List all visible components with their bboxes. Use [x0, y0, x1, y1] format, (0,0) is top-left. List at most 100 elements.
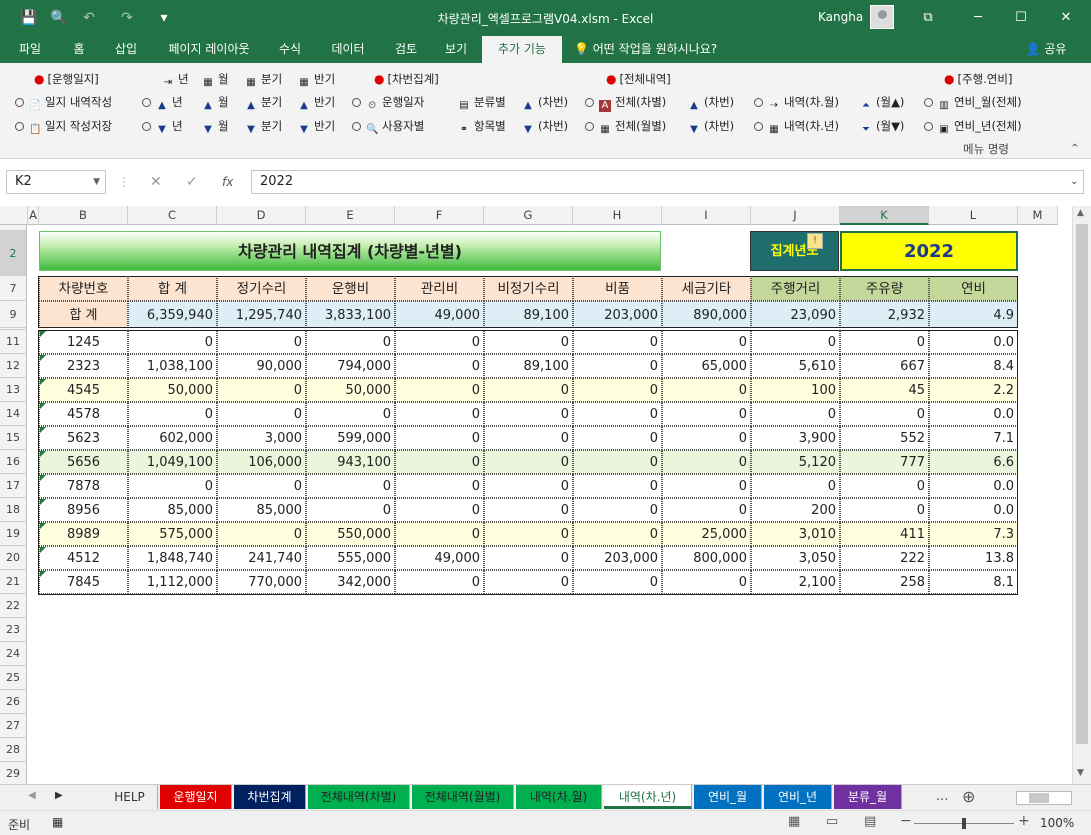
table-cell[interactable]: 0 [395, 378, 484, 402]
column-header[interactable]: B [39, 206, 128, 225]
ribbon-display-icon[interactable]: ⧉ [918, 8, 938, 28]
table-cell[interactable]: 0 [662, 570, 751, 594]
scroll-thumb[interactable] [1029, 793, 1049, 803]
row-header[interactable]: 14 [0, 402, 27, 426]
zoom-in-icon[interactable]: + [1018, 813, 1030, 829]
table-cell[interactable]: 90,000 [217, 354, 306, 378]
table-cell[interactable]: 0 [484, 570, 573, 594]
table-cell[interactable]: 0 [306, 330, 395, 354]
tab-insert[interactable]: 삽입 [104, 36, 148, 63]
btn-all-carnum-up[interactable]: ▲ (차번) [688, 94, 734, 112]
total-cell[interactable]: 203,000 [573, 301, 662, 328]
table-cell[interactable]: 0.0 [929, 474, 1018, 498]
vertical-scrollbar[interactable]: ▲ ▼ [1072, 206, 1091, 784]
btn-quarter-head[interactable]: ▦ 분기 [245, 71, 282, 89]
table-cell[interactable]: 794,000 [306, 354, 395, 378]
table-cell[interactable]: 0 [840, 474, 929, 498]
chevron-down-icon[interactable]: ▼ [93, 171, 100, 193]
car-number-cell[interactable]: 4545 [39, 378, 128, 402]
table-cell[interactable]: 0 [217, 330, 306, 354]
btn-carnum-up[interactable]: ▲ (차번) [522, 94, 568, 112]
table-cell[interactable]: 0 [662, 330, 751, 354]
table-cell[interactable]: 411 [840, 522, 929, 546]
table-cell[interactable]: 0 [484, 522, 573, 546]
expand-formula-icon[interactable]: ⌄ [1070, 176, 1078, 187]
table-cell[interactable]: 0.0 [929, 330, 1018, 354]
minimize-icon[interactable]: ─ [968, 8, 988, 28]
car-number-cell[interactable]: 8989 [39, 522, 128, 546]
row-header[interactable]: 29 [0, 762, 27, 784]
table-cell[interactable]: 50,000 [128, 378, 217, 402]
btn-quarter-up[interactable]: ▲ 분기 [245, 94, 282, 112]
table-cell[interactable]: 0 [128, 474, 217, 498]
zoom-level[interactable]: 100% [1040, 816, 1074, 830]
row-header[interactable]: 2 [0, 231, 27, 276]
table-cell[interactable]: 0 [573, 354, 662, 378]
table-cell[interactable]: 200 [751, 498, 840, 522]
row-header[interactable]: 15 [0, 426, 27, 450]
column-header[interactable]: H [573, 206, 662, 225]
table-cell[interactable]: 100 [751, 378, 840, 402]
collapse-ribbon-icon[interactable]: ⌃ [1070, 141, 1080, 155]
table-cell[interactable]: 0 [484, 450, 573, 474]
table-cell[interactable]: 3,000 [217, 426, 306, 450]
car-number-cell[interactable]: 2323 [39, 354, 128, 378]
btn-half-down[interactable]: ▼ 반기 [298, 118, 335, 136]
row-header[interactable]: 23 [0, 618, 27, 642]
table-cell[interactable]: 0 [751, 402, 840, 426]
table-cell[interactable]: 777 [840, 450, 929, 474]
table-cell[interactable]: 0 [128, 402, 217, 426]
total-cell[interactable]: 890,000 [662, 301, 751, 328]
table-cell[interactable]: 0 [484, 498, 573, 522]
row-header[interactable]: 16 [0, 450, 27, 474]
table-cell[interactable]: 25,000 [662, 522, 751, 546]
btn-half-up[interactable]: ▲ 반기 [298, 94, 335, 112]
scroll-down-icon[interactable]: ▼ [1077, 768, 1084, 778]
header-cell[interactable]: 차량번호 [39, 276, 128, 301]
table-cell[interactable]: 550,000 [306, 522, 395, 546]
table-cell[interactable]: 3,010 [751, 522, 840, 546]
row-header[interactable]: 13 [0, 378, 27, 402]
row-header[interactable]: 25 [0, 666, 27, 690]
row-header[interactable]: 7 [0, 276, 27, 301]
header-cell[interactable]: 비정기수리 [484, 276, 573, 301]
total-cell[interactable]: 합 계 [39, 301, 128, 328]
table-cell[interactable]: 106,000 [217, 450, 306, 474]
table-cell[interactable]: 0 [573, 402, 662, 426]
table-cell[interactable]: 0 [484, 426, 573, 450]
table-cell[interactable]: 0 [395, 426, 484, 450]
header-cell[interactable]: 운행비 [306, 276, 395, 301]
sheet-tab[interactable]: 차번집계 [234, 785, 306, 809]
more-sheets-button[interactable]: ... [936, 789, 948, 804]
table-cell[interactable]: 0 [573, 570, 662, 594]
table-cell[interactable]: 85,000 [128, 498, 217, 522]
column-header[interactable]: A [28, 206, 39, 225]
tab-add-ins[interactable]: 추가 기능 [482, 36, 562, 63]
row-header[interactable]: 21 [0, 570, 27, 594]
tab-formulas[interactable]: 수식 [270, 36, 310, 63]
name-box[interactable]: K2 ▼ [6, 170, 106, 194]
table-cell[interactable]: 1,112,000 [128, 570, 217, 594]
row-header[interactable]: 24 [0, 642, 27, 666]
zoom-slider-handle[interactable] [962, 818, 966, 829]
table-cell[interactable]: 2,100 [751, 570, 840, 594]
worksheet-grid[interactable]: ABCDEFGHIJKLM127910111213141516171819202… [0, 206, 1072, 784]
btn-fuel-month-all[interactable]: ▥ 연비_월(전체) [924, 94, 1022, 112]
page-layout-view-icon[interactable]: ▭ [826, 814, 838, 829]
column-header[interactable]: L [929, 206, 1018, 225]
table-cell[interactable]: 8.1 [929, 570, 1018, 594]
table-cell[interactable]: 0 [306, 474, 395, 498]
car-number-cell[interactable]: 4512 [39, 546, 128, 570]
table-cell[interactable]: 0 [573, 378, 662, 402]
table-cell[interactable]: 770,000 [217, 570, 306, 594]
btn-drive-date[interactable]: ⏲ 운행일자 [352, 94, 424, 112]
header-cell[interactable]: 주유량 [840, 276, 929, 301]
table-cell[interactable]: 0 [217, 522, 306, 546]
btn-detail-car-year[interactable]: ▦ 내역(차.년) [754, 118, 839, 136]
car-number-cell[interactable]: 5656 [39, 450, 128, 474]
car-number-cell[interactable]: 1245 [39, 330, 128, 354]
sheet-tab[interactable]: 내역(차.년) [604, 785, 692, 809]
total-cell[interactable]: 4.9 [929, 301, 1018, 328]
btn-half-head[interactable]: ▦ 반기 [298, 71, 335, 89]
table-cell[interactable]: 0 [217, 474, 306, 498]
